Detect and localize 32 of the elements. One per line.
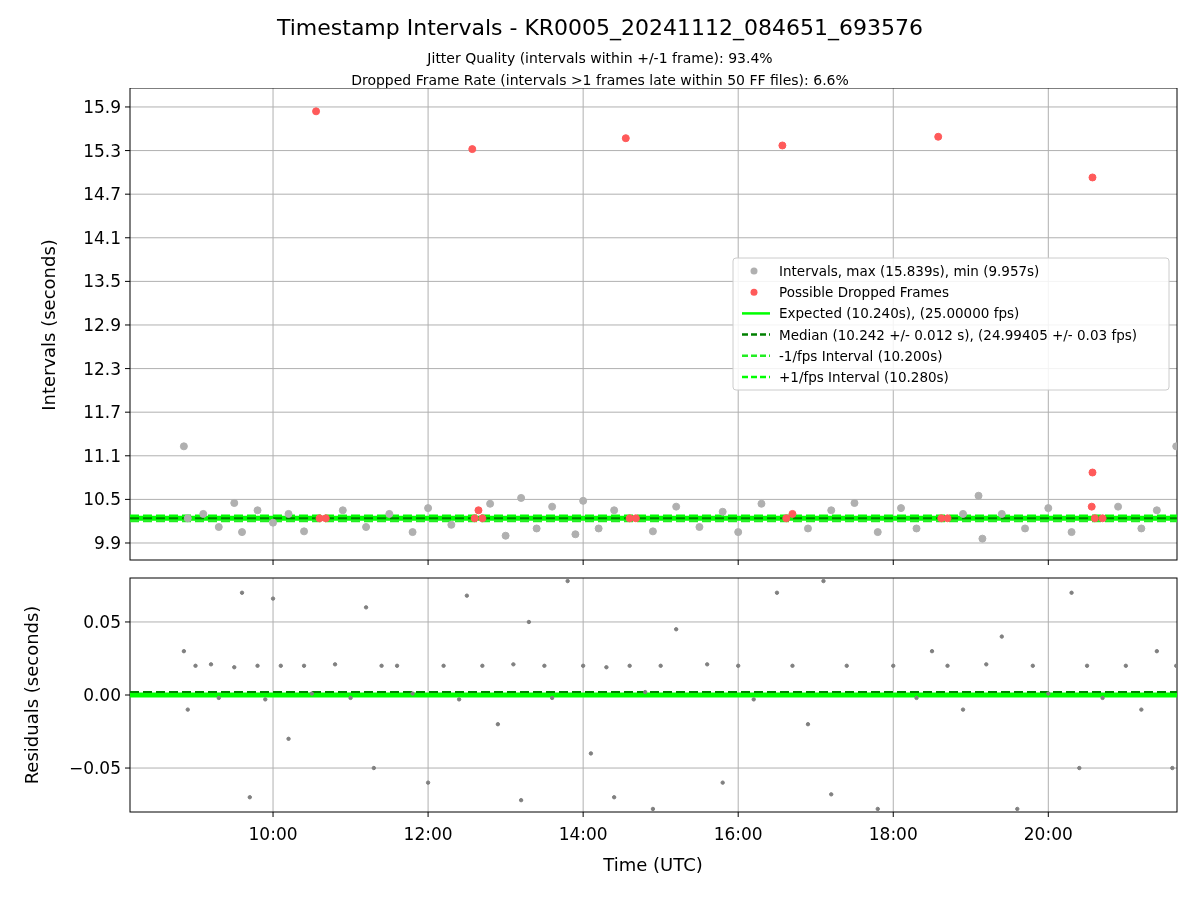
y-tick-label: −0.05 [68,758,121,779]
legend-label: +1/fps Interval (10.280s) [779,369,949,385]
legend-label: -1/fps Interval (10.200s) [779,347,943,364]
y-tick-label: 12.9 [83,315,121,335]
y-axis-label: Intervals (seconds) [38,239,59,411]
y-tick-label: 15.3 [83,140,121,161]
y-tick-label: 14.1 [83,227,121,248]
y-tick-label: 14.7 [83,184,121,205]
x-tick-label: 12:00 [403,824,453,844]
y-tick-label: 13.5 [83,271,121,292]
y-tick-label: 11.1 [83,445,121,466]
y-tick-label: 0.00 [83,685,121,705]
y-tick-label: 9.9 [93,533,121,553]
legend-label: Possible Dropped Frames [779,284,949,301]
subtitle-line: Jitter Quality (intervals within +/-1 frame): 93.4% [427,49,773,68]
x-tick-label: 10:00 [248,824,298,844]
subtitle-line: Dropped Frame Rate (intervals >1 frames late within 50 FF files): 6.6% [351,71,849,90]
legend-label: Expected (10.240s), (25.00000 fps) [779,305,1020,322]
y-tick-label: 12.3 [83,358,121,379]
legend-label: Median (10.242 +/- 0.012 s), (24.99405 +/- 0.03 fps) [779,326,1137,343]
x-tick-label: 18:00 [868,824,918,844]
x-tick-label: 16:00 [713,824,763,844]
legend-label: Intervals, max (15.839s), min (9.957s) [779,263,1040,279]
x-tick-label: 14:00 [558,824,608,844]
y-tick-label: 11.7 [83,402,121,423]
y-tick-label: 15.9 [83,96,121,117]
y-tick-label: 10.5 [83,489,121,510]
x-tick-label: 20:00 [1023,824,1073,844]
figure-title: Timestamp Intervals - KR0005_20241112_084651_693576 [276,14,924,42]
y-axis-label: Residuals (seconds) [21,605,42,785]
x-axis-label: Time (UTC) [603,854,703,875]
y-tick-label: 0.05 [83,611,121,632]
